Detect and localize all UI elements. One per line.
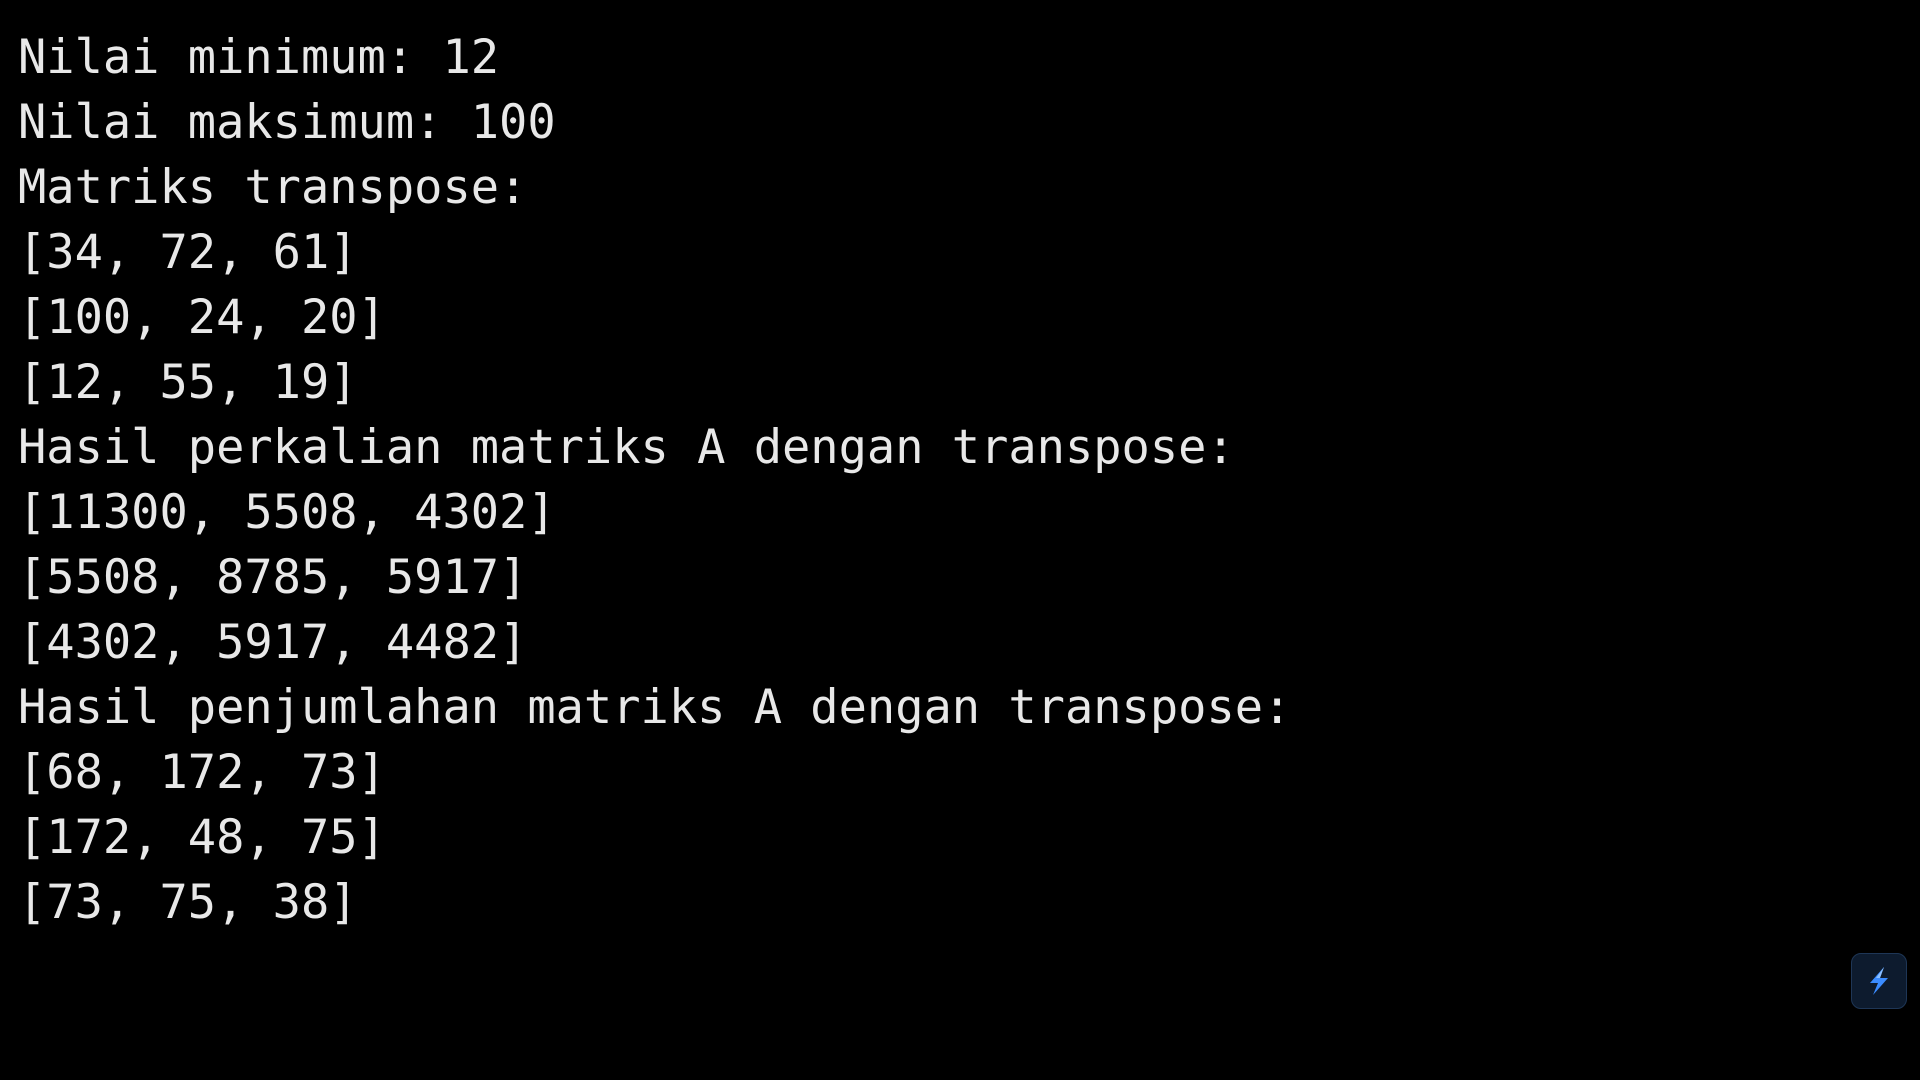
output-line-transpose-heading: Matriks transpose: <box>18 160 528 215</box>
output-line-transpose-row-2: [100, 24, 20] <box>18 290 386 345</box>
output-line-transpose-row-3: [12, 55, 19] <box>18 355 358 410</box>
output-line-transpose-row-1: [34, 72, 61] <box>18 225 358 280</box>
output-line-product-heading: Hasil perkalian matriks A dengan transpo… <box>18 420 1235 475</box>
floating-action-button[interactable] <box>1851 953 1907 1009</box>
output-line-sum-row-2: [172, 48, 75] <box>18 810 386 865</box>
output-line-sum-row-3: [73, 75, 38] <box>18 875 358 930</box>
output-line-product-row-3: [4302, 5917, 4482] <box>18 615 528 670</box>
lightning-bolt-icon <box>1870 967 1888 995</box>
output-line-sum-row-1: [68, 172, 73] <box>18 745 386 800</box>
terminal-output: Nilai minimum: 12 Nilai maksimum: 100 Ma… <box>0 0 1920 1080</box>
output-line-product-row-2: [5508, 8785, 5917] <box>18 550 528 605</box>
output-line-sum-heading: Hasil penjumlahan matriks A dengan trans… <box>18 680 1292 735</box>
output-line-min: Nilai minimum: 12 <box>18 30 500 85</box>
output-line-product-row-1: [11300, 5508, 4302] <box>18 485 556 540</box>
output-line-max: Nilai maksimum: 100 <box>18 95 556 150</box>
